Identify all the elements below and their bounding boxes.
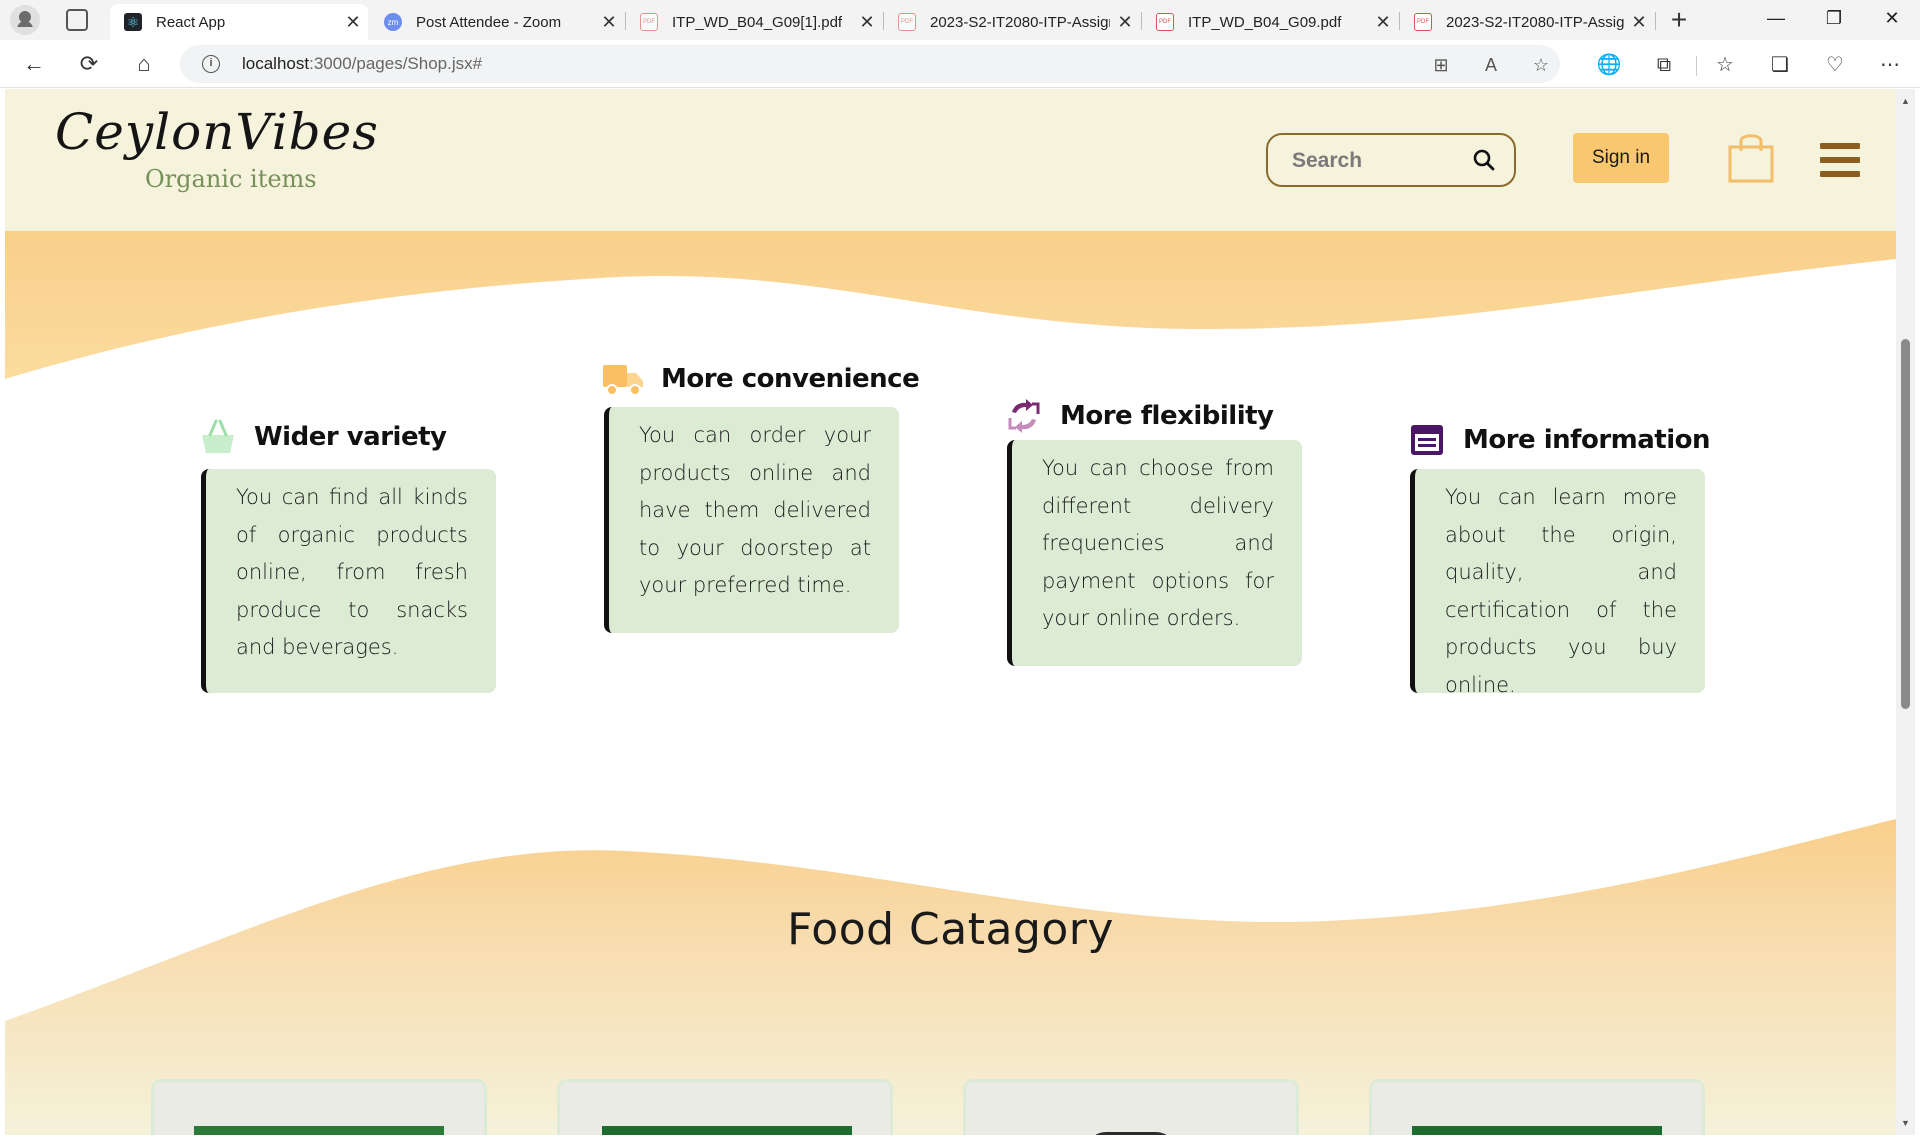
address-bar-row: ← ⟳ ⌂ i localhost:3000/pages/Shop.jsx# ⊞…: [0, 40, 1920, 88]
tab-title: ITP_WD_B04_G09[1].pdf: [672, 13, 843, 31]
food-category-heading: Food Catagory: [787, 904, 1114, 955]
feature-description: You can choose from different delivery f…: [1042, 456, 1274, 630]
feature-title-text: More flexibility: [1060, 401, 1274, 431]
basket-icon: [202, 419, 234, 453]
site-info-icon[interactable]: i: [202, 55, 220, 73]
page-viewport: CeylonVibes Organic items Sign in Wider …: [5, 89, 1896, 1135]
tab-react-app[interactable]: ⚛ React App ✕: [110, 4, 368, 40]
search-box: [1266, 133, 1516, 187]
search-input[interactable]: [1292, 147, 1472, 175]
browser-tab-strip: ⚛ React App ✕ zm Post Attendee - Zoom ✕ …: [0, 0, 1920, 40]
reload-icon[interactable]: ⟳: [73, 50, 105, 78]
window-close-icon[interactable]: ✕: [1872, 8, 1912, 29]
toolbar-separator: [1696, 56, 1697, 76]
close-icon[interactable]: ✕: [1110, 12, 1140, 33]
tab-title: React App: [156, 13, 226, 31]
close-icon[interactable]: ✕: [594, 12, 624, 33]
product-image: [602, 1126, 852, 1135]
food-category-card[interactable]: [151, 1079, 487, 1135]
logo-subtitle: Organic items: [145, 165, 317, 193]
search-icon[interactable]: [1472, 148, 1496, 172]
tab-pdf-2[interactable]: PDF 2023-S2-IT2080-ITP-Assignment ✕: [884, 4, 1140, 40]
browser-window-icon: [1411, 425, 1443, 455]
page-scrollbar[interactable]: ▲ ▼: [1896, 89, 1915, 1135]
scrollbar-thumb[interactable]: [1901, 339, 1910, 709]
feature-title: More information: [1409, 422, 1711, 458]
food-category-card[interactable]: [557, 1079, 893, 1135]
favorites-icon[interactable]: ☆: [1712, 52, 1738, 78]
site-header: CeylonVibes Organic items Sign in: [5, 89, 1896, 231]
feature-title: Wider variety: [200, 419, 447, 455]
product-image: [1086, 1132, 1176, 1135]
app-available-icon[interactable]: ⊞: [1430, 54, 1452, 76]
restore-icon[interactable]: ❐: [1814, 8, 1854, 29]
url-path: :3000/pages/Shop.jsx#: [309, 54, 483, 73]
scroll-up-arrow-icon[interactable]: ▲: [1896, 93, 1915, 109]
logo-title[interactable]: CeylonVibes: [55, 103, 379, 161]
home-icon[interactable]: ⌂: [128, 50, 160, 78]
new-tab-icon[interactable]: +: [1664, 6, 1694, 34]
close-icon[interactable]: ✕: [338, 12, 368, 33]
hamburger-menu-icon[interactable]: [1820, 143, 1860, 177]
workspaces-icon[interactable]: [66, 9, 88, 31]
food-category-card[interactable]: [963, 1079, 1299, 1135]
tab-zoom[interactable]: zm Post Attendee - Zoom ✕: [370, 4, 624, 40]
close-icon[interactable]: ✕: [1624, 12, 1654, 33]
tab-separator: [1655, 12, 1656, 30]
tab-title: 2023-S2-IT2080-ITP-Assignment: [930, 13, 1110, 31]
food-category-card[interactable]: [1369, 1079, 1705, 1135]
zoom-icon: zm: [384, 13, 402, 31]
tab-pdf-3[interactable]: PDF ITP_WD_B04_G09.pdf ✕: [1142, 4, 1398, 40]
feature-description-card: You can find all kinds of organic produc…: [201, 469, 496, 693]
feature-description-card: You can learn more about the origin, qua…: [1410, 469, 1705, 697]
product-image: [1412, 1126, 1662, 1135]
tab-pdf-4[interactable]: PDF 2023-S2-IT2080-ITP-Assignment ✕: [1400, 4, 1654, 40]
read-aloud-icon[interactable]: A: [1480, 54, 1502, 76]
feature-title: More convenience: [603, 361, 920, 397]
extension-globe-icon[interactable]: 🌐: [1596, 52, 1622, 78]
sign-in-button[interactable]: Sign in: [1573, 133, 1669, 183]
feature-title-text: More convenience: [661, 364, 920, 394]
pdf-icon: PDF: [1156, 13, 1174, 31]
collections-icon[interactable]: ❏: [1767, 52, 1793, 78]
feature-description: You can order your products online and h…: [639, 423, 871, 597]
feature-description: You can find all kinds of organic produc…: [236, 485, 468, 659]
shopping-bag-icon[interactable]: [1727, 131, 1775, 183]
feature-description-card: You can choose from different delivery f…: [1007, 440, 1302, 666]
back-arrow-icon[interactable]: ←: [18, 50, 50, 78]
recycle-icon: [1008, 399, 1040, 433]
more-menu-icon[interactable]: ⋯: [1877, 52, 1903, 78]
browser-essentials-icon[interactable]: ♡: [1822, 52, 1848, 78]
product-image: [194, 1126, 444, 1135]
tab-title: 2023-S2-IT2080-ITP-Assignment: [1446, 13, 1624, 31]
address-bar[interactable]: i localhost:3000/pages/Shop.jsx# ⊞ A ☆: [180, 45, 1560, 83]
react-icon: ⚛: [124, 13, 142, 31]
pdf-icon: PDF: [898, 13, 916, 31]
url-host: localhost: [242, 54, 310, 73]
tab-title: Post Attendee - Zoom: [416, 13, 562, 31]
extensions-icon[interactable]: ⧉: [1651, 52, 1677, 78]
tab-pdf-1[interactable]: PDF ITP_WD_B04_G09[1].pdf ✕: [626, 4, 882, 40]
close-icon[interactable]: ✕: [852, 12, 882, 33]
url-text[interactable]: localhost:3000/pages/Shop.jsx#: [242, 54, 482, 74]
scroll-down-arrow-icon[interactable]: ▼: [1896, 1115, 1915, 1131]
feature-description: You can learn more about the origin, qua…: [1445, 485, 1677, 697]
feature-title-text: Wider variety: [254, 422, 447, 452]
truck-icon: [603, 365, 643, 396]
feature-title-text: More information: [1463, 425, 1711, 455]
feature-title: More flexibility: [1006, 398, 1274, 434]
close-icon[interactable]: ✕: [1368, 12, 1398, 33]
pdf-icon: PDF: [640, 13, 658, 31]
profile-icon[interactable]: [10, 5, 40, 35]
pdf-icon: PDF: [1414, 13, 1432, 31]
feature-description-card: You can order your products online and h…: [604, 407, 899, 633]
tab-title: ITP_WD_B04_G09.pdf: [1188, 13, 1342, 31]
favorite-star-icon[interactable]: ☆: [1530, 54, 1552, 76]
minimize-icon[interactable]: —: [1756, 8, 1796, 29]
